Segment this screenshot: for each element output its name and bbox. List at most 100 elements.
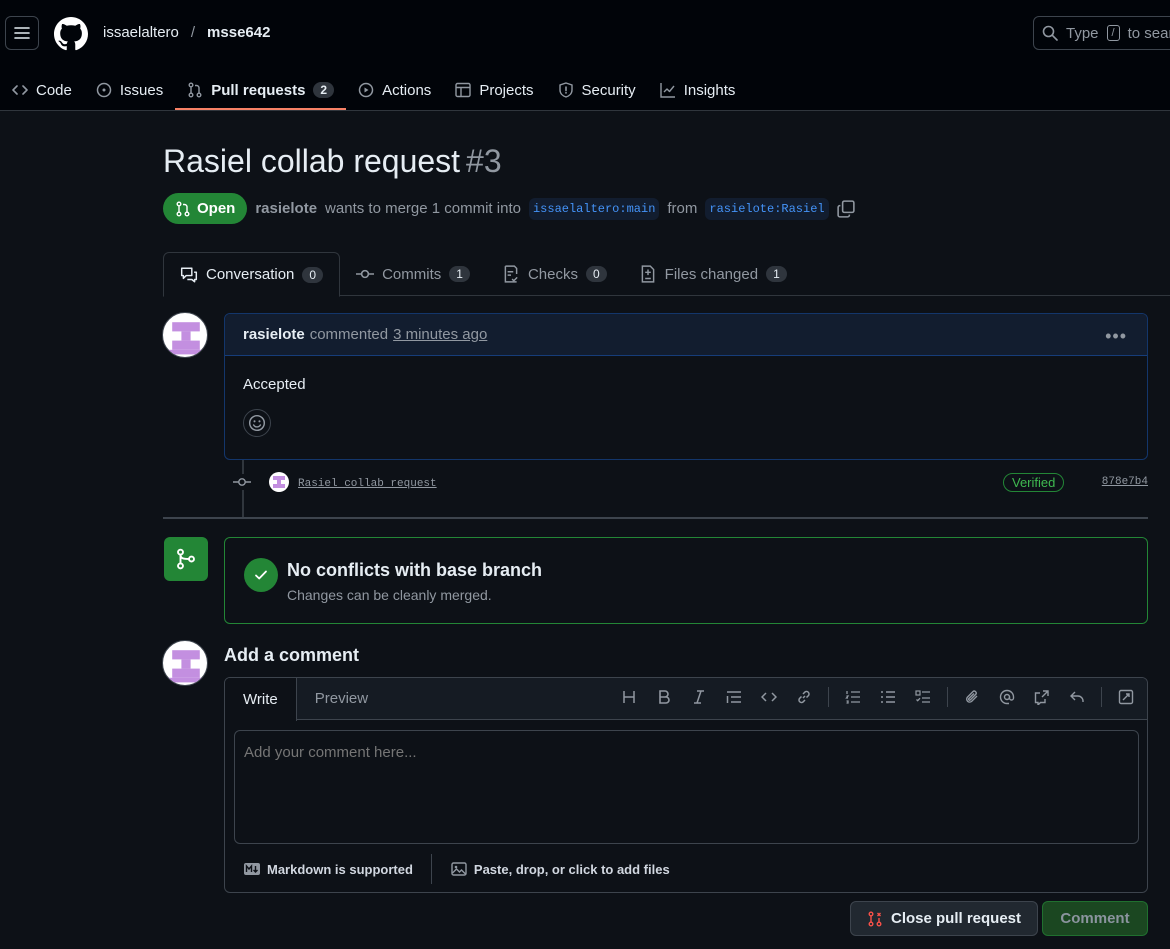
- table-icon: [455, 82, 472, 98]
- tab-projects[interactable]: Projects: [443, 70, 545, 110]
- tab-checks[interactable]: Checks 0: [486, 252, 623, 296]
- head-branch[interactable]: rasielote:Rasiel: [705, 197, 829, 220]
- tab-label: Actions: [382, 81, 432, 99]
- markdown-icon: [244, 863, 260, 875]
- add-reaction-button[interactable]: [243, 409, 271, 437]
- paperclip-icon[interactable]: [961, 686, 983, 708]
- tab-label: Pull requests: [211, 81, 306, 99]
- kebab-menu-icon[interactable]: •••: [1105, 326, 1127, 347]
- checklist-icon: [504, 265, 518, 283]
- tab-count: 0: [585, 266, 607, 282]
- comment-timestamp[interactable]: 3 minutes ago: [393, 326, 487, 343]
- image-icon: [451, 862, 467, 876]
- repo-link[interactable]: msse642: [207, 24, 270, 41]
- tab-security[interactable]: Security: [546, 70, 648, 110]
- tab-code[interactable]: Code: [0, 70, 84, 110]
- breadcrumb-separator: /: [190, 24, 196, 41]
- markdown-label: Markdown is supported: [267, 861, 413, 877]
- cross-reference-icon[interactable]: [1031, 686, 1053, 708]
- editor-footer: Markdown is supported Paste, drop, or cl…: [243, 854, 670, 884]
- pr-author-link[interactable]: rasielote: [255, 200, 317, 217]
- diff-icon: [641, 265, 655, 283]
- merge-status-subtitle: Changes can be cleanly merged.: [287, 587, 492, 603]
- tab-label: Conversation: [206, 266, 295, 283]
- markdown-link[interactable]: Markdown is supported: [243, 862, 413, 877]
- merge-status-box: No conflicts with base branch Changes ca…: [224, 537, 1148, 624]
- close-pull-request-button[interactable]: Close pull request: [850, 901, 1038, 936]
- tab-pull-requests[interactable]: Pull requests 2: [175, 70, 347, 110]
- comment-body: Accepted: [225, 356, 1147, 457]
- avatar[interactable]: [162, 312, 208, 358]
- base-branch[interactable]: issaelaltero:main: [528, 197, 660, 220]
- italic-icon[interactable]: [688, 686, 710, 708]
- heading-icon[interactable]: [618, 686, 640, 708]
- comment-textarea[interactable]: [234, 730, 1139, 844]
- quote-icon[interactable]: [723, 686, 745, 708]
- commit-message-link[interactable]: Rasiel collab request: [298, 478, 437, 490]
- pull-request-closed-icon: [868, 911, 882, 926]
- tab-label: Commits: [382, 265, 442, 283]
- tab-count: 1: [766, 266, 787, 282]
- verified-badge[interactable]: Verified: [1003, 473, 1065, 492]
- tab-write[interactable]: Write: [225, 678, 297, 721]
- page-title: Rasiel collab request #3: [163, 143, 502, 180]
- toolbar-divider: [828, 687, 829, 707]
- tab-label: Checks: [527, 265, 578, 283]
- bold-icon[interactable]: [653, 686, 675, 708]
- from-text: from: [667, 200, 698, 217]
- search-input[interactable]: Type / to search: [1033, 16, 1170, 50]
- toolbar-divider: [947, 687, 948, 707]
- code-icon: [12, 85, 28, 95]
- mention-icon[interactable]: [996, 686, 1018, 708]
- footer-divider: [430, 854, 432, 884]
- github-logo-icon[interactable]: [54, 17, 88, 51]
- unordered-list-icon[interactable]: [877, 686, 899, 708]
- editor-header: Write Preview: [225, 678, 1147, 721]
- tab-label: Code: [36, 81, 72, 99]
- copy-icon[interactable]: [836, 199, 855, 218]
- search-icon: [1042, 25, 1058, 41]
- attach-label: Paste, drop, or click to add files: [473, 861, 670, 877]
- commit-sha-link[interactable]: 878e7b4: [1102, 476, 1148, 488]
- reply-icon[interactable]: [1066, 686, 1088, 708]
- tab-issues[interactable]: Issues: [84, 70, 175, 110]
- shield-icon: [558, 82, 573, 98]
- tab-conversation[interactable]: Conversation 0: [163, 252, 341, 297]
- commit-row: Rasiel collab request Verified 878e7b4: [232, 468, 1148, 496]
- attach-files-button[interactable]: Paste, drop, or click to add files: [450, 861, 670, 877]
- tab-label: Projects: [479, 81, 534, 99]
- comment-button[interactable]: Comment: [1042, 901, 1148, 936]
- tab-insights[interactable]: Insights: [648, 70, 748, 110]
- pr-number: #3: [466, 143, 502, 179]
- search-placeholder: Type: [1066, 24, 1099, 42]
- comment-header: rasielote commented 3 minutes ago: [225, 314, 1147, 356]
- link-icon[interactable]: [793, 686, 815, 708]
- timeline-divider: [163, 517, 1148, 519]
- tab-commits[interactable]: Commits 1: [340, 252, 486, 296]
- tab-preview[interactable]: Preview: [297, 678, 386, 720]
- status-badge: Open: [163, 193, 248, 224]
- tab-label: Security: [581, 81, 636, 99]
- comment-author[interactable]: rasielote: [243, 326, 305, 343]
- close-button-label: Close pull request: [890, 910, 1022, 927]
- repo-nav: Code Issues Pull requests 2 Actions Proj…: [0, 70, 747, 111]
- tab-files-changed[interactable]: Files changed 1: [623, 252, 803, 296]
- tab-actions[interactable]: Actions: [346, 70, 443, 110]
- comment-box: rasielote commented 3 minutes ago ••• Ac…: [224, 313, 1148, 460]
- task-list-icon[interactable]: [912, 686, 934, 708]
- tab-label: Insights: [683, 81, 736, 99]
- owner-link[interactable]: issaelaltero: [103, 24, 179, 41]
- pull-request-count-badge: 2: [313, 82, 335, 98]
- commit-author-avatar[interactable]: [269, 472, 289, 492]
- pull-request-icon: [176, 201, 190, 216]
- ordered-list-icon[interactable]: [842, 686, 864, 708]
- fullscreen-icon[interactable]: [1115, 686, 1137, 708]
- commit-icon: [232, 474, 252, 490]
- check-icon: [244, 558, 278, 592]
- avatar[interactable]: [162, 640, 208, 686]
- code-icon[interactable]: [758, 686, 780, 708]
- commit-icon: [356, 269, 375, 279]
- formatting-toolbar: [618, 686, 1137, 708]
- pull-request-icon: [188, 82, 202, 98]
- menu-button[interactable]: [5, 16, 39, 50]
